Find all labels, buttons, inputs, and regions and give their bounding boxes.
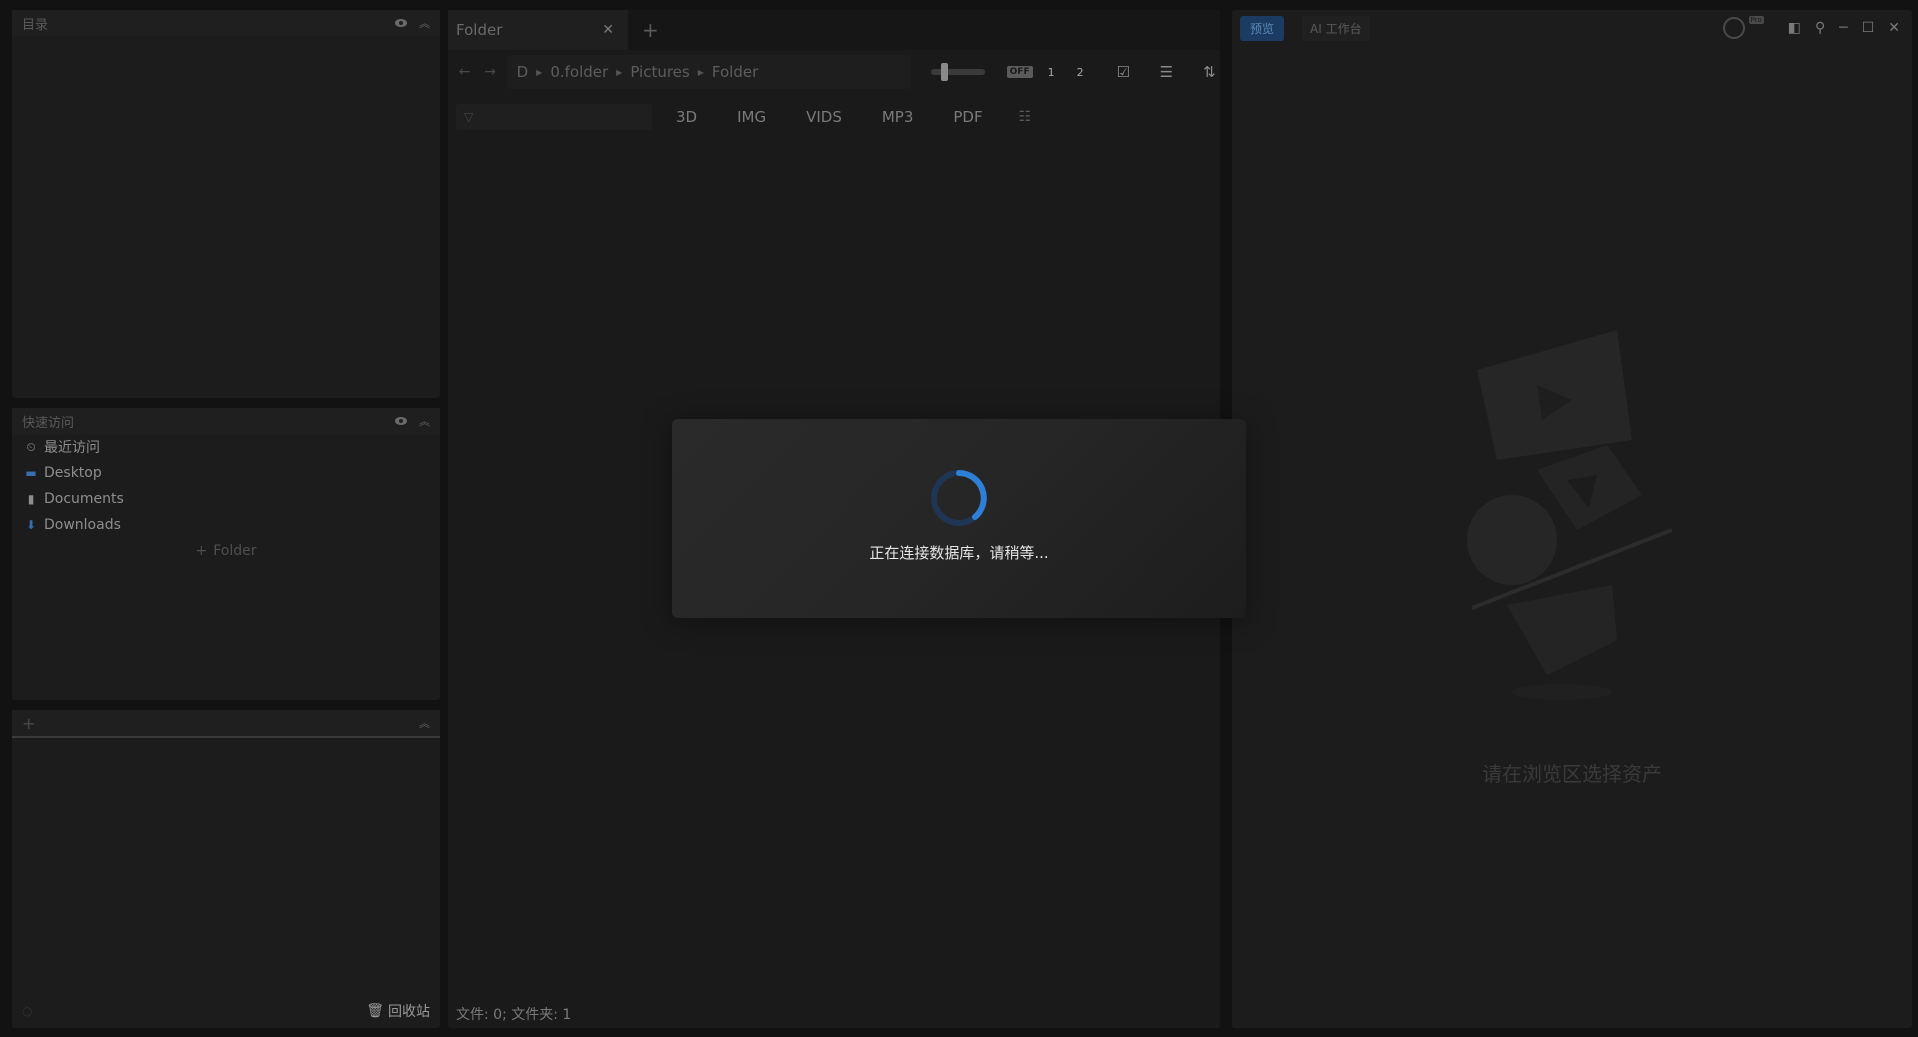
checkbox-select-icon[interactable]: ☑ [1113,63,1134,81]
sort-list-icon[interactable]: ☰ [1156,63,1177,81]
filter-bar: ▽ 3D IMG VIDS MP3 PDF ☷ [448,94,1220,140]
new-tab-button[interactable]: + [642,18,659,42]
status-bar: 文件: 0; 文件夹: 1 [448,1000,1220,1028]
left-sidebar: 目录 ︽ 快速访问 ︽ ⏲ 最近访问 ▬ Desktop ▮ Documents… [12,10,440,1028]
filter-vids-button[interactable]: VIDS [790,103,858,131]
navigation-bar: ← → D ▶ 0.folder ▶ Pictures ▶ Folder OFF… [448,50,1220,94]
download-icon: ⬇ [25,518,37,532]
filter-icon: ▽ [464,110,474,124]
close-icon[interactable]: ✕ [602,22,614,38]
filter-mp3-button[interactable]: MP3 [866,103,930,131]
tags-panel-header: + ︽ [12,710,440,738]
add-tag-button[interactable]: + [22,714,35,733]
quick-access-label: 最近访问 [44,440,100,456]
tab-folder[interactable]: Folder ✕ [448,10,628,50]
quick-access-label: Desktop [44,465,102,481]
add-folder-button[interactable]: + Folder [12,538,440,564]
quick-access-item-downloads[interactable]: ⬇ Downloads [12,512,440,538]
chevron-right-icon: ▶ [536,67,543,77]
breadcrumb-item[interactable]: 0.folder [550,63,608,81]
quick-access-item-documents[interactable]: ▮ Documents [12,486,440,512]
pro-badge: Pro [1748,16,1764,24]
breadcrumb-item[interactable]: Pictures [630,63,689,81]
minimize-icon[interactable]: ─ [1839,20,1847,36]
quick-access-label: Downloads [44,517,121,533]
quick-access-title: 快速访问 [22,415,75,431]
empty-illustration-icon [1467,330,1673,700]
view-off-toggle[interactable]: OFF [1006,66,1033,78]
collapse-icon[interactable]: ︽ [419,715,430,731]
breadcrumb-item[interactable]: D [517,63,529,81]
collapse-icon[interactable]: ︽ [419,15,430,31]
tags-panel: + ︽ ○ 🗑 回收站 [12,710,440,1028]
layout-toggle-icon[interactable]: ◧ [1788,20,1801,36]
empty-message: 请在浏览区选择资产 [1482,762,1662,786]
add-folder-label: Folder [213,543,257,559]
quick-access-item-desktop[interactable]: ▬ Desktop [12,460,440,486]
tab-bar: Folder ✕ + [448,10,1220,50]
quick-access-header: 快速访问 ︽ [12,408,440,434]
filter-3d-button[interactable]: 3D [660,103,713,131]
loading-message: 正在连接数据库，请稍等... [869,544,1049,562]
clock-icon: ⏲ [26,439,36,454]
filter-pdf-button[interactable]: PDF [937,103,998,131]
tab-ai-workspace[interactable]: AI 工作台 [1302,15,1370,41]
filter-search-input[interactable]: ▽ [456,104,652,130]
pin-icon[interactable]: ⚲ [1815,20,1825,36]
plus-icon: + [195,543,208,559]
loading-spinner-icon [931,470,987,526]
window-controls: Pro ◧ ⚲ ─ ☐ ✕ [1722,10,1912,46]
desktop-folder-icon: ▬ [25,466,37,480]
collapse-icon[interactable]: ︽ [419,413,430,429]
avatar[interactable] [1722,17,1745,39]
breadcrumb: D ▶ 0.folder ▶ Pictures ▶ Folder [506,55,911,89]
slider-handle[interactable] [940,63,948,81]
catalog-panel: 目录 ︽ [12,10,440,398]
tab-preview[interactable]: 预览 [1240,15,1285,41]
document-icon: ▮ [27,492,35,506]
forward-arrow-icon[interactable]: → [481,64,498,80]
trash-label: 回收站 [388,1004,430,1020]
filter-settings-icon[interactable]: ☷ [1019,109,1032,125]
catalog-title: 目录 [22,17,49,33]
back-arrow-icon[interactable]: ← [456,64,473,80]
status-text: 文件: 0; 文件夹: 1 [456,1007,572,1023]
tab-title: Folder [456,21,503,39]
sort-order-icon[interactable]: ⇅ [1199,63,1220,81]
left-footer: ○ 🗑 回收站 [12,994,440,1028]
quick-access-panel: 快速访问 ︽ ⏲ 最近访问 ▬ Desktop ▮ Documents ⬇ Do… [12,408,440,700]
app-window: 目录 ︽ 快速访问 ︽ ⏲ 最近访问 ▬ Desktop ▮ Documents… [0,0,1918,1037]
chevron-right-icon: ▶ [616,67,623,77]
quick-access-item-recent[interactable]: ⏲ 最近访问 [12,434,440,460]
refresh-icon[interactable]: ○ [22,1004,32,1018]
maximize-icon[interactable]: ☐ [1862,20,1875,36]
breadcrumb-item[interactable]: Folder [712,63,758,81]
chevron-right-icon: ▶ [697,67,704,77]
quick-access-label: Documents [44,491,124,507]
view-option-2[interactable]: 2 [1070,66,1091,79]
loading-dialog: 正在连接数据库，请稍等... [672,419,1246,618]
trash-icon: 🗑 [366,1003,384,1019]
eye-icon[interactable] [395,19,407,27]
thumbnail-size-slider[interactable] [930,63,985,81]
view-option-1[interactable]: 1 [1041,66,1062,79]
close-window-icon[interactable]: ✕ [1888,20,1900,36]
eye-icon[interactable] [395,417,407,425]
trash-button[interactable]: 🗑 回收站 [366,1001,430,1021]
filter-img-button[interactable]: IMG [721,103,782,131]
catalog-panel-header: 目录 ︽ [12,10,440,36]
preview-panel: 预览 AI 工作台 Pro ◧ ⚲ ─ ☐ ✕ 请在浏览区选择资产 [1232,10,1912,1028]
